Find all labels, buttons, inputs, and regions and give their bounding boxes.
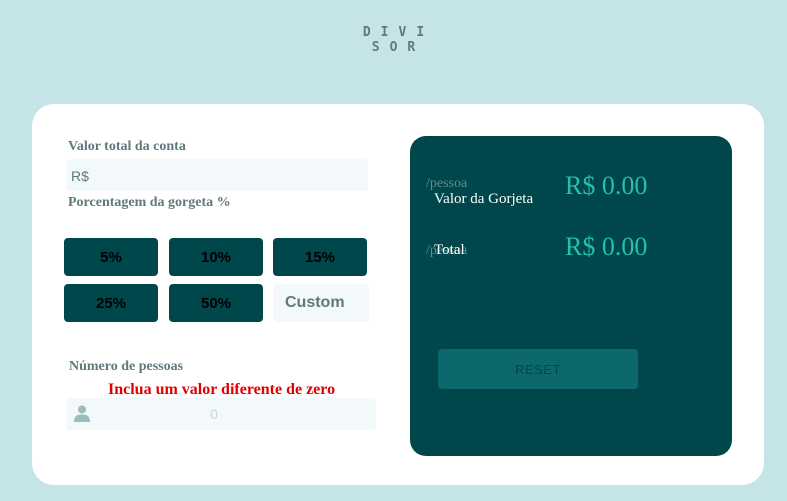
- people-label: Número de pessoas: [69, 359, 184, 374]
- total-label: Total: [434, 242, 465, 258]
- logo-line-2: SOR: [371, 40, 426, 55]
- tip-5-button[interactable]: 5%: [64, 238, 158, 276]
- tip-amount-label: Valor da Gorjeta: [434, 191, 534, 207]
- total-amount-value: R$ 0.00: [565, 232, 648, 261]
- bill-label: Valor total da conta: [68, 139, 186, 154]
- tip-50-button[interactable]: 50%: [169, 284, 263, 322]
- reset-button[interactable]: RESET: [438, 349, 638, 389]
- people-input[interactable]: 0: [66, 398, 376, 430]
- logo-line-1: DIVI: [362, 25, 435, 40]
- tip-25-button[interactable]: 25%: [64, 284, 158, 322]
- tip-per-person-label: /pessoa: [426, 176, 468, 191]
- tip-15-button[interactable]: 15%: [273, 238, 367, 276]
- people-error-message: Inclua um valor diferente de zero: [108, 381, 336, 398]
- tip-amount-value: R$ 0.00: [565, 171, 648, 200]
- tip-label: Porcentagem da gorgeta %: [68, 195, 231, 210]
- tip-10-button[interactable]: 10%: [169, 238, 263, 276]
- app-logo: DIVI SOR: [0, 25, 787, 55]
- bill-input[interactable]: R$: [66, 159, 368, 191]
- custom-tip-input[interactable]: Custom: [273, 284, 369, 322]
- people-value: 0: [210, 406, 218, 422]
